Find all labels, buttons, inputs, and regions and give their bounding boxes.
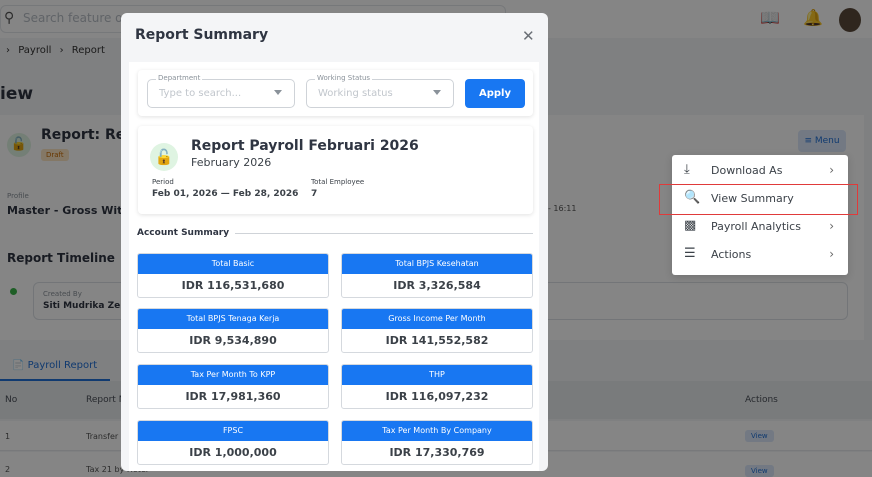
summary-card-label: THP [342,365,532,385]
summary-card-amount: IDR 116,097,232 [385,390,489,403]
report-subtitle: February 2026 [191,156,272,169]
working-status-legend: Working Status [315,74,373,82]
department-placeholder: Type to search... [159,88,242,99]
working-status-placeholder: Working status [318,88,393,99]
summary-card-amount: IDR 116,531,680 [181,279,285,292]
chevron-right-icon: › [829,247,834,261]
summary-card-label: Gross Income Per Month [342,309,532,329]
report-info-card: 🔓 Report Payroll Februari 2026 February … [138,126,533,214]
menu-dropdown: ⤓ Download As › 🔍 View Summary ▩ Payroll… [672,155,848,275]
summary-card-amount: IDR 17,981,360 [185,390,281,403]
summary-card-thp: THP IDR 116,097,232 [341,364,533,409]
highlight-box [659,184,858,215]
summary-card-label: FPSC [138,421,328,441]
report-summary-modal: Report Summary ✕ Department Type to sear… [121,13,548,471]
summary-card-fpsc: FPSC IDR 1,000,000 [137,420,329,465]
apply-button[interactable]: Apply [465,79,525,108]
summary-card-amount: IDR 17,330,769 [389,446,485,459]
total-employee-value: 7 [311,189,318,199]
account-summary-title: Account Summary [137,228,230,238]
summary-card-label: Total BPJS Tenaga Kerja [138,309,328,329]
chevron-right-icon: › [829,219,834,233]
menu-item-download-as[interactable]: ⤓ Download As › [672,157,848,185]
summary-card-amount: IDR 9,534,890 [189,334,277,347]
filter-bar: Department Type to search... Working Sta… [138,70,533,116]
summary-card-label: Total BPJS Kesehatan [342,254,532,274]
download-icon: ⤓ [684,162,690,177]
summary-card-tax-kpp: Tax Per Month To KPP IDR 17,981,360 [137,364,329,409]
summary-card-amount: IDR 3,326,584 [393,279,481,292]
summary-card-amount: IDR 141,552,582 [385,334,489,347]
modal-body: Department Type to search... Working Sta… [129,62,539,471]
unlock-icon: 🔓 [150,143,178,171]
summary-card-bpjs-tenaga-kerja: Total BPJS Tenaga Kerja IDR 9,534,890 [137,308,329,353]
summary-card-bpjs-kesehatan: Total BPJS Kesehatan IDR 3,326,584 [341,253,533,298]
period-value: Feb 01, 2026 — Feb 28, 2026 [152,189,299,199]
department-legend: Department [156,74,203,82]
chevron-right-icon: › [829,163,834,177]
total-employee-label: Total Employee [311,178,365,186]
sliders-icon: ☰ [684,246,696,261]
report-title: Report Payroll Februari 2026 [191,138,419,154]
summary-card-label: Tax Per Month By Company [342,421,532,441]
summary-card-tax-company: Tax Per Month By Company IDR 17,330,769 [341,420,533,465]
menu-item-actions[interactable]: ☰ Actions › [672,241,848,269]
menu-item-label: Actions [711,248,752,261]
summary-card-total-basic: Total Basic IDR 116,531,680 [137,253,329,298]
divider [235,233,533,234]
summary-card-label: Tax Per Month To KPP [138,365,328,385]
modal-title: Report Summary [135,27,269,43]
caret-down-icon [433,90,441,95]
close-icon[interactable]: ✕ [522,27,535,45]
menu-item-label: Payroll Analytics [711,220,801,233]
menu-item-label: Download As [711,164,783,177]
summary-card-label: Total Basic [138,254,328,274]
period-label: Period [152,178,174,186]
summary-card-amount: IDR 1,000,000 [189,446,277,459]
summary-card-gross-income: Gross Income Per Month IDR 141,552,582 [341,308,533,353]
working-status-field[interactable]: Working Status Working status [306,74,454,108]
caret-down-icon [274,90,282,95]
department-field[interactable]: Department Type to search... [147,74,295,108]
chart-icon: ▩ [684,218,697,233]
menu-item-payroll-analytics[interactable]: ▩ Payroll Analytics › [672,213,848,241]
